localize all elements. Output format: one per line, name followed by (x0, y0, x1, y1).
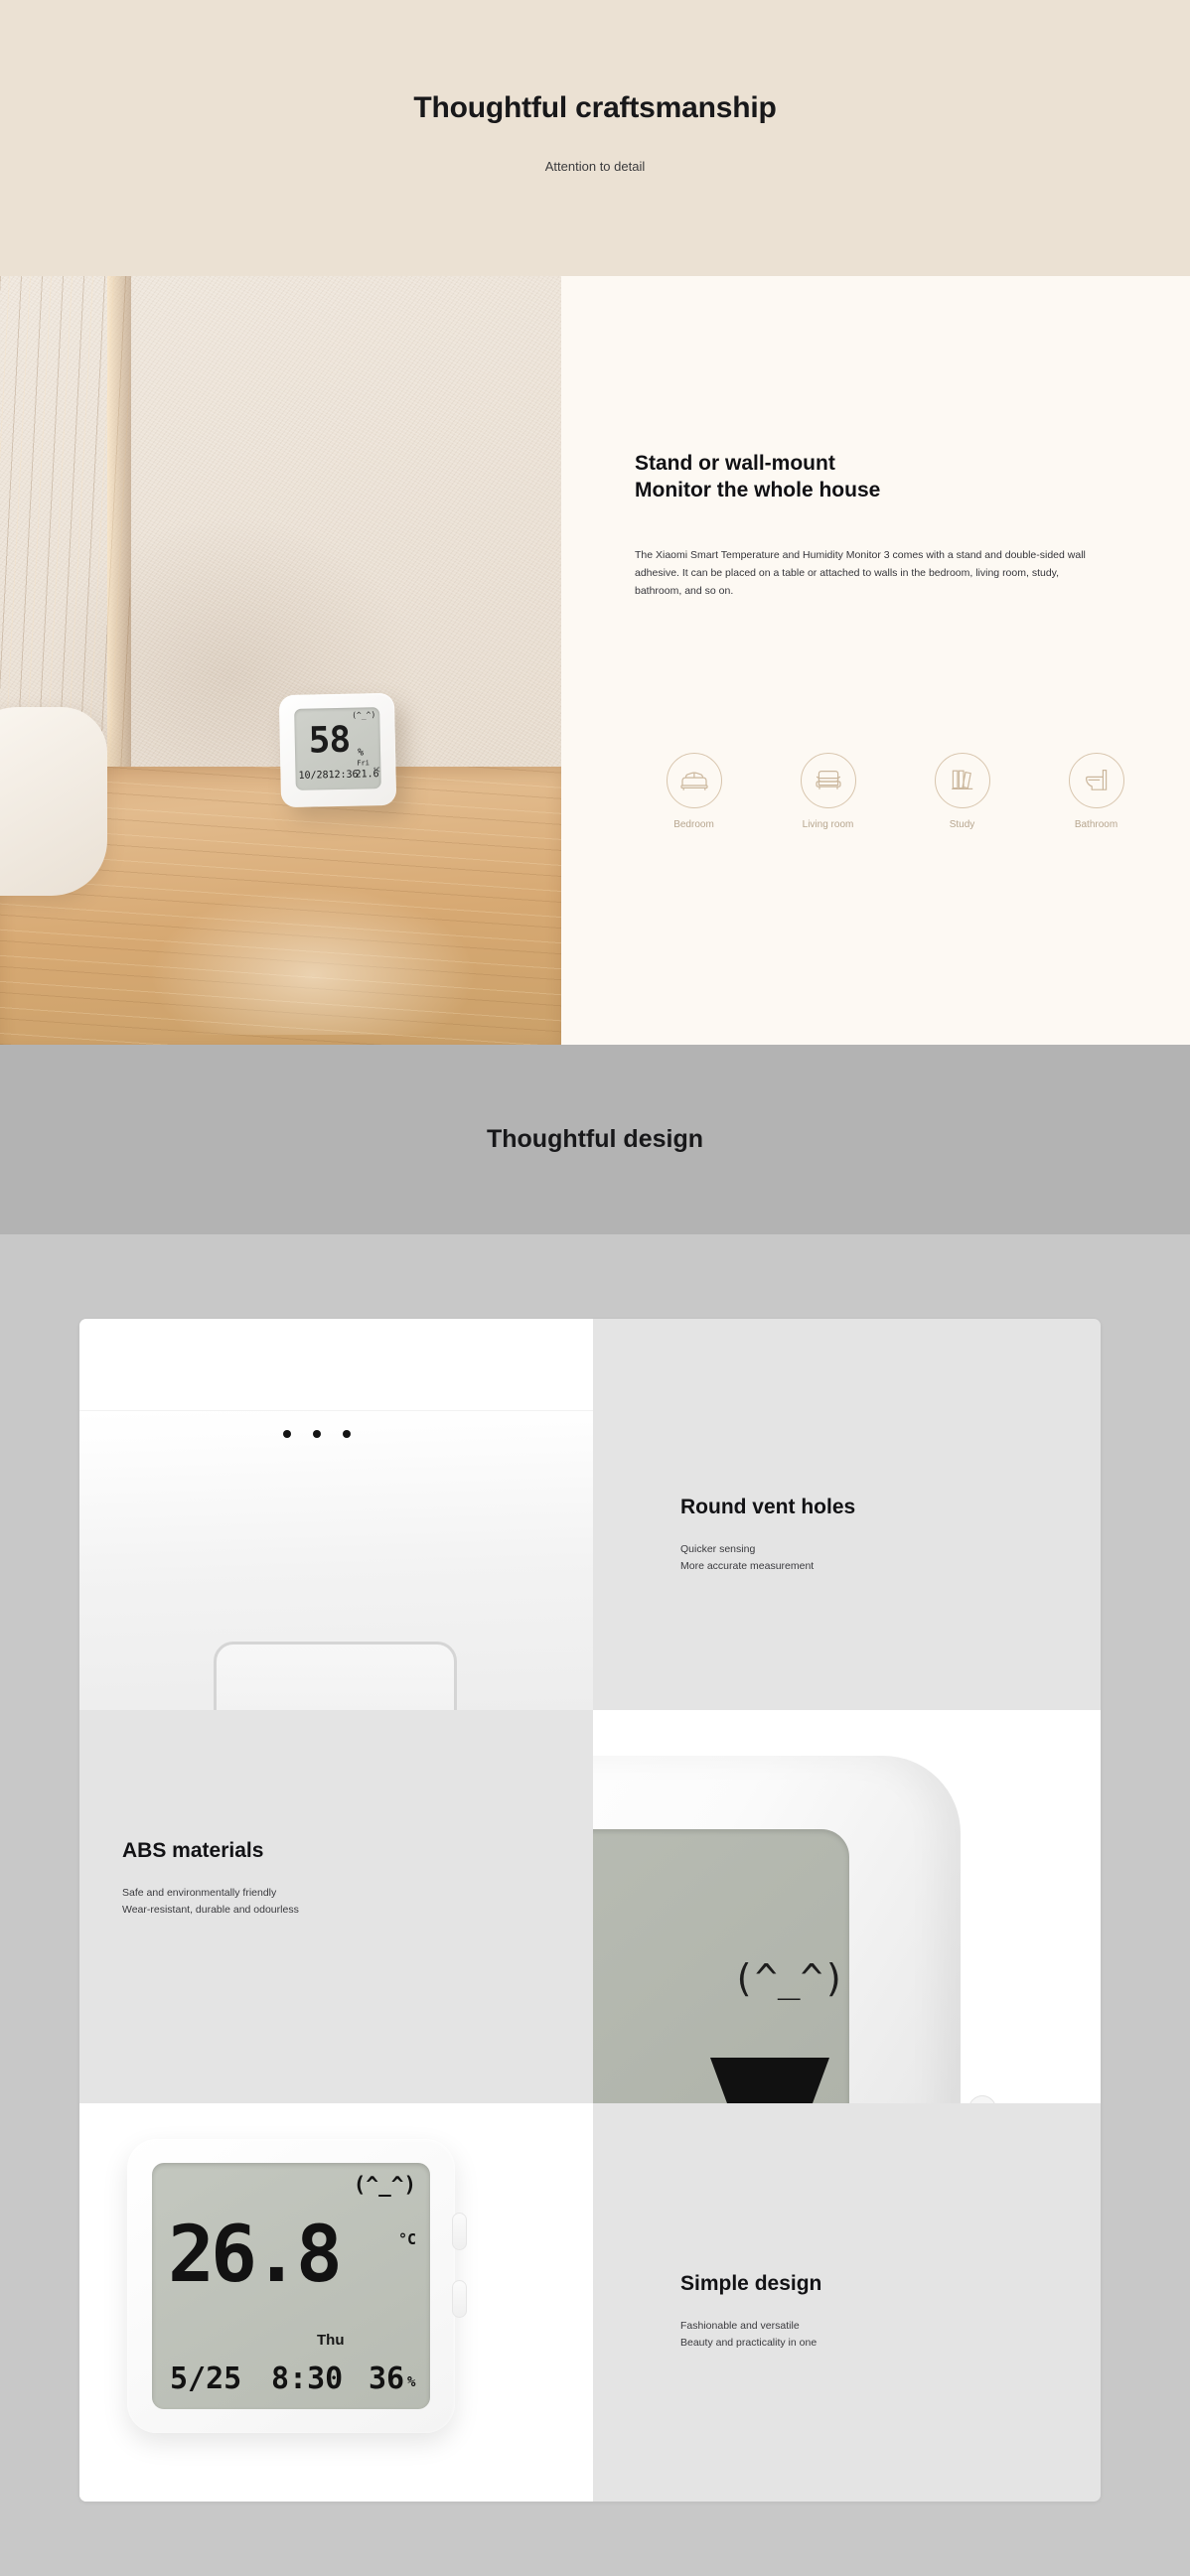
big-device-face-icon: (^_^) (353, 2173, 416, 2197)
card-line1-simple-design: Fashionable and versatile (680, 2320, 800, 2332)
device-side-button (968, 2095, 996, 2103)
vent-hole-2 (313, 1430, 321, 1438)
hero-body-text: The Xiaomi Smart Temperature and Humidit… (635, 549, 1086, 598)
vent-holes-group (283, 1430, 351, 1438)
vent-hole-1 (283, 1430, 291, 1438)
wall-monitor-humidity-value: 58 (308, 719, 351, 762)
big-device-weekday: Thu (317, 2332, 345, 2349)
wall-monitor-weekday: Fri (357, 759, 371, 768)
hero-section: (^_^) 58 % 10/28 12:36 Fri 21.6 °C (^_^)… (0, 276, 1190, 1045)
big-device-temperature: 26.8 (168, 2211, 343, 2300)
big-device-date: 5/25 (170, 2361, 242, 2396)
wall-monitor-screen: (^_^) 58 % 10/28 12:36 Fri 21.6 °C (294, 707, 381, 790)
card-title-simple-design: Simple design (680, 2272, 822, 2295)
room-label-living-room: Living room (802, 819, 854, 830)
wall-monitor-humidity-unit: % (357, 747, 365, 759)
sofa-icon (800, 753, 856, 808)
room-item-study[interactable]: Study (895, 753, 1029, 830)
big-device-photo-cell: (^_^) 26.8 °C Thu 5/25 8:30 36 % (79, 2103, 593, 2502)
toilet-icon (1068, 753, 1124, 808)
pillow (0, 707, 107, 896)
card-line2-simple-design: Beauty and practicality in one (680, 2337, 818, 2349)
card-title-round-vent-holes: Round vent holes (680, 1496, 856, 1518)
room-item-living-room[interactable]: Living room (761, 753, 895, 830)
hero-heading-line2: Monitor the whole house (635, 478, 881, 501)
hero-bedroom-photo: (^_^) 58 % 10/28 12:36 Fri 21.6 °C (^_^)… (0, 276, 561, 1045)
closeup-partial-digit (710, 2058, 829, 2103)
room-icons-list: Bedroom Living room Study Bathroom (627, 753, 1163, 830)
card-title-abs-materials: ABS materials (122, 1839, 264, 1862)
card-line2-round-vent-holes: More accurate measurement (680, 1560, 815, 1572)
room-item-bathroom[interactable]: Bathroom (1029, 753, 1163, 830)
craftsmanship-header-band (0, 0, 1190, 276)
bed-icon (666, 753, 722, 808)
big-device-photo: (^_^) 26.8 °C Thu 5/25 8:30 36 % (79, 2103, 593, 2502)
corner-closeup-photo-cell: (^_^) (593, 1710, 1101, 2103)
wall-mounted-monitor: (^_^) 58 % 10/28 12:36 Fri 21.6 °C (278, 692, 397, 808)
big-device-body: (^_^) 26.8 °C Thu 5/25 8:30 36 % (127, 2139, 455, 2433)
corner-closeup-photo: (^_^) (593, 1710, 1101, 2103)
wall-monitor-time: 12:36 (328, 769, 359, 782)
big-device-side-button-bottom (452, 2280, 467, 2318)
big-device-screen: (^_^) 26.8 °C Thu 5/25 8:30 36 % (152, 2163, 430, 2409)
page-title: Thoughtful craftsmanship (413, 91, 777, 124)
design-section-title: Thoughtful design (486, 1125, 703, 1153)
card-line1-round-vent-holes: Quicker sensing (680, 1543, 756, 1555)
hero-text-panel: Stand or wall-mount Monitor the whole ho… (561, 276, 1190, 1045)
card-line2-abs-materials: Wear-resistant, durable and odourless (122, 1904, 299, 1916)
big-device-humidity-unit: % (407, 2374, 416, 2390)
vent-hole-3 (343, 1430, 351, 1438)
room-label-study: Study (949, 819, 975, 830)
big-device-time: 8:30 (271, 2361, 344, 2396)
room-item-bedroom[interactable]: Bedroom (627, 753, 761, 830)
design-feature-grid: Round vent holes Quicker sensing More ac… (79, 1319, 1101, 2502)
round-vent-holes-text-cell: Round vent holes Quicker sensing More ac… (593, 1319, 1101, 1710)
room-label-bathroom: Bathroom (1074, 819, 1118, 830)
vent-holes-photo-cell (79, 1319, 593, 1731)
big-device-humidity: 36 (369, 2361, 405, 2396)
room-label-bedroom: Bedroom (673, 819, 714, 830)
wall-monitor-temperature-unit: °C (372, 767, 380, 775)
abs-materials-text-cell: ABS materials Safe and environmentally f… (79, 1710, 593, 2103)
page-subtitle: Attention to detail (544, 159, 646, 174)
big-device-side-button-top (452, 2213, 467, 2250)
hero-heading: Stand or wall-mount Monitor the whole ho… (635, 451, 1131, 504)
hero-heading-line1: Stand or wall-mount (635, 452, 835, 475)
big-device-temperature-unit: °C (397, 2230, 416, 2248)
card-line1-abs-materials: Safe and environmentally friendly (122, 1887, 277, 1899)
books-icon (934, 753, 990, 808)
simple-design-text-cell: Simple design Fashionable and versatile … (593, 2103, 1101, 2502)
wall-monitor-face-icon: (^_^) (352, 710, 376, 720)
nightstand-light-sheen (149, 886, 477, 1035)
closeup-face-icon: (^_^) (732, 1956, 846, 2000)
wall-monitor-date: 10/28 (298, 770, 329, 782)
